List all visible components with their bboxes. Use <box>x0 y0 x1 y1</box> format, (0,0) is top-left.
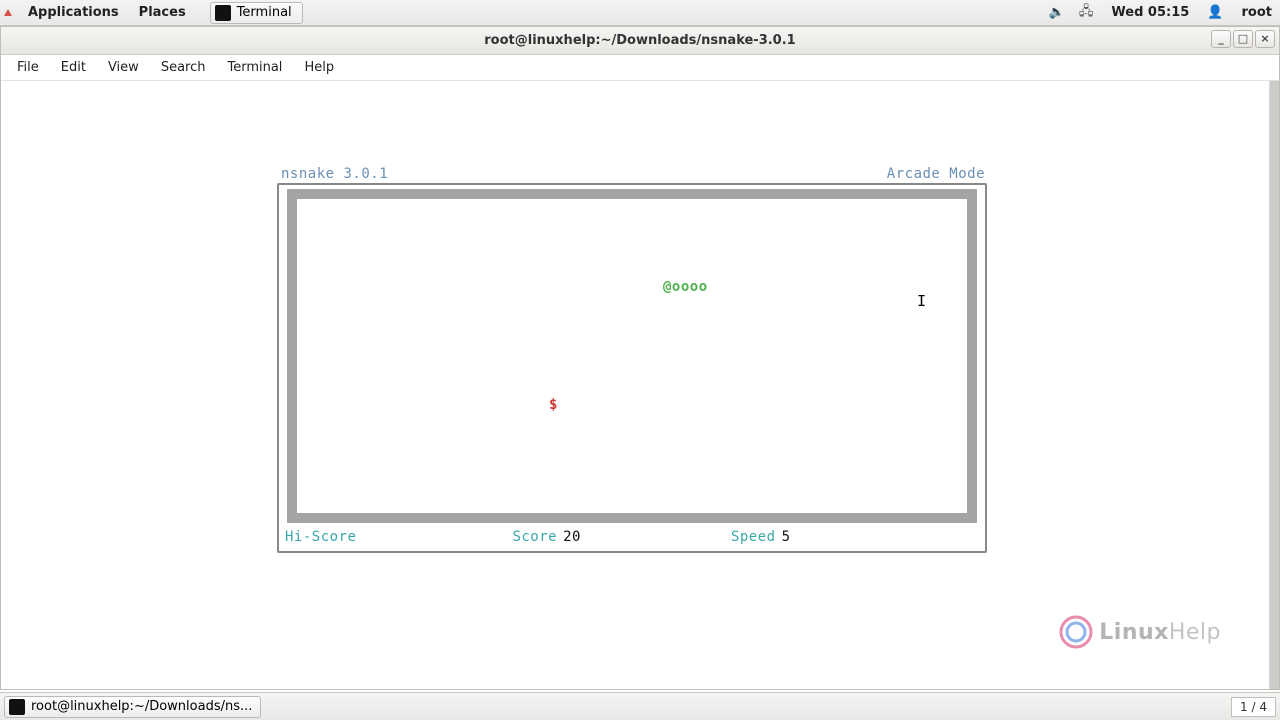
clock[interactable]: Wed 05:15 <box>1107 5 1193 20</box>
watermark-text-b: Help <box>1169 620 1221 645</box>
menubar: File Edit View Search Terminal Help <box>1 55 1279 81</box>
menu-edit[interactable]: Edit <box>51 57 96 78</box>
game-outer-border: @oooo $ I Hi-Score Score 20 Speed 5 <box>277 183 987 553</box>
text-cursor: I <box>917 292 927 310</box>
taskbar-entry-label: root@linuxhelp:~/Downloads/ns... <box>31 699 252 714</box>
window-titlebar[interactable]: root@linuxhelp:~/Downloads/nsnake-3.0.1 … <box>1 27 1279 55</box>
score-value: 20 <box>563 529 581 545</box>
network-icon[interactable] <box>1079 2 1094 24</box>
menu-file[interactable]: File <box>7 57 49 78</box>
game-mode: Arcade Mode <box>887 166 985 182</box>
places-menu[interactable]: Places <box>135 5 190 20</box>
menu-help[interactable]: Help <box>294 57 344 78</box>
watermark-text-a: Linux <box>1099 620 1169 645</box>
window-maximize-button[interactable]: □ <box>1233 30 1253 48</box>
game-frame: nsnake 3.0.1 Arcade Mode @oooo $ I Hi-Sc… <box>277 166 987 553</box>
scrollbar[interactable] <box>1269 81 1279 689</box>
top-active-app[interactable]: Terminal <box>210 2 303 24</box>
menu-terminal[interactable]: Terminal <box>217 57 292 78</box>
top-active-app-label: Terminal <box>237 5 292 20</box>
menu-search[interactable]: Search <box>151 57 216 78</box>
applications-menu[interactable]: Applications <box>24 5 123 20</box>
terminal-icon <box>9 699 25 715</box>
food: $ <box>549 397 558 413</box>
desktop-top-panel: Applications Places Terminal Wed 05:15 r… <box>0 0 1280 26</box>
terminal-icon <box>215 5 231 21</box>
volume-icon[interactable] <box>1049 5 1065 20</box>
terminal-window: root@linuxhelp:~/Downloads/nsnake-3.0.1 … <box>0 26 1280 690</box>
window-title: root@linuxhelp:~/Downloads/nsnake-3.0.1 <box>484 33 795 48</box>
taskbar-entry[interactable]: root@linuxhelp:~/Downloads/ns... <box>4 696 261 718</box>
linuxhelp-logo-icon <box>1059 615 1093 649</box>
window-close-button[interactable]: × <box>1255 30 1275 48</box>
applications-tri-icon <box>4 9 12 16</box>
score-label: Score <box>512 529 557 545</box>
terminal-content[interactable]: nsnake 3.0.1 Arcade Mode @oooo $ I Hi-Sc… <box>1 81 1269 689</box>
game-title: nsnake 3.0.1 <box>281 166 388 182</box>
window-minimize-button[interactable]: _ <box>1211 30 1231 48</box>
scrollbar-thumb[interactable] <box>1270 81 1279 689</box>
desktop-bottom-panel: root@linuxhelp:~/Downloads/ns... 1 / 4 <box>0 692 1280 720</box>
workspace-indicator[interactable]: 1 / 4 <box>1231 697 1276 717</box>
hiscore-label: Hi-Score <box>285 529 356 545</box>
status-line: Hi-Score Score 20 Speed 5 <box>281 527 983 549</box>
speed-value: 5 <box>782 529 791 545</box>
speed-label: Speed <box>731 529 776 545</box>
user-menu[interactable]: root <box>1238 5 1277 20</box>
linuxhelp-watermark: LinuxHelp <box>1059 615 1221 649</box>
menu-view[interactable]: View <box>98 57 149 78</box>
snake: @oooo <box>663 279 708 295</box>
game-playfield: @oooo $ I <box>287 189 977 523</box>
user-icon <box>1207 5 1223 20</box>
